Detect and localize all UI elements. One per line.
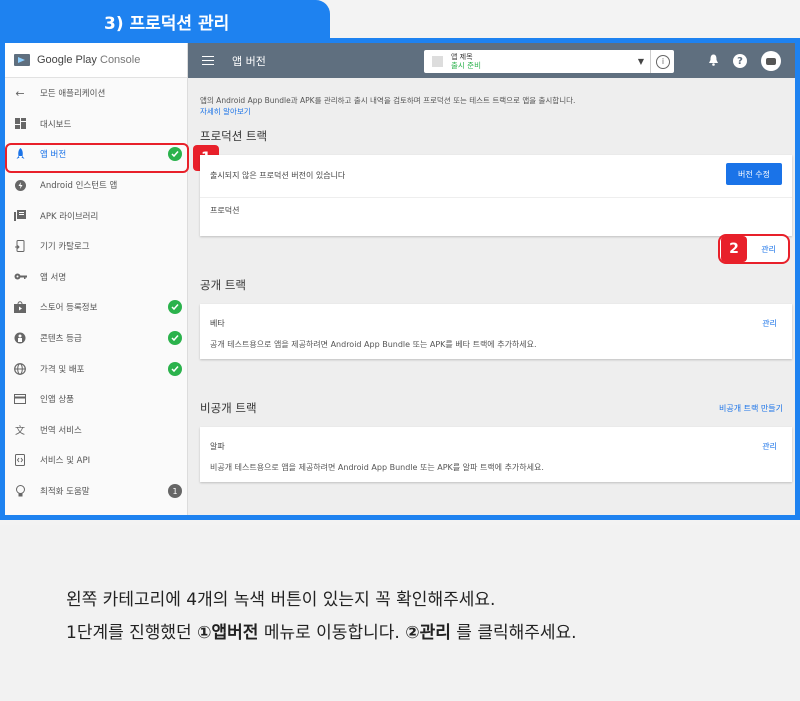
logo-text-google-play: Google Play — [37, 54, 97, 66]
sidebar-item-store-listing[interactable]: 스토어 등록정보 — [5, 292, 187, 323]
store-icon — [13, 300, 27, 314]
sidebar-item-dashboard[interactable]: 대시보드 — [5, 109, 187, 140]
tips-count-badge: 1 — [168, 484, 182, 499]
sidebar-item-device-catalog[interactable]: 기기 카탈로그 — [5, 231, 187, 262]
production-track-name: 프로덕션 — [210, 206, 240, 215]
open-track-card: 베타 관리 공개 테스트용으로 앱을 제공하려면 Android App Bun… — [200, 304, 792, 359]
avatar[interactable] — [761, 51, 781, 71]
notification-bell-icon[interactable] — [708, 54, 719, 69]
key-icon — [13, 270, 27, 284]
production-card: 출시되지 않은 프로덕션 버전이 있습니다 버전 수정 프로덕션 — [200, 155, 792, 236]
play-console-logo-icon — [14, 54, 30, 66]
globe-icon — [13, 362, 27, 376]
step-title: 3) 프로덕션 관리 — [104, 13, 230, 34]
closed-track-section-title: 비공개 트랙 — [200, 401, 257, 415]
api-icon — [13, 453, 27, 467]
caret-down-icon: ▼ — [637, 57, 644, 66]
alpha-track-name: 알파 — [210, 442, 225, 451]
production-manage-label: 관리 — [761, 245, 776, 254]
caption-bold-manage: ②관리 — [405, 623, 451, 643]
beta-manage-link[interactable]: 관리 — [762, 318, 777, 329]
card-icon — [13, 392, 27, 406]
create-closed-track-link[interactable]: 비공개 트랙 만들기 — [719, 403, 783, 414]
caption-bold-app-releases: ①앱버전 — [197, 623, 259, 643]
library-icon — [13, 209, 27, 223]
sidebar-item-services-api[interactable]: 서비스 및 API — [5, 445, 187, 476]
sidebar-item-apk-library[interactable]: APK 라이브러리 — [5, 200, 187, 231]
device-icon — [13, 239, 27, 253]
sidebar-item-app-signing[interactable]: 앱 서명 — [5, 262, 187, 293]
step-banner: 3) 프로덕션 관리 — [0, 0, 330, 42]
alpha-manage-link[interactable]: 관리 — [762, 441, 777, 452]
beta-track-name: 베타 — [210, 319, 225, 328]
sidebar-item-pricing[interactable]: 가격 및 배포 — [5, 353, 187, 384]
top-app-bar: 앱 버전 앱 제목 출시 준비 ▼ i ? — [188, 43, 795, 78]
caption-line-2: 1단계를 진행했던 ①앱버전 메뉴로 이동합니다. ②관리 를 클릭해주세요. — [66, 623, 577, 643]
edit-release-button[interactable]: 버전 수정 — [726, 163, 782, 185]
check-icon — [168, 361, 182, 376]
logo-text-console: Console — [100, 54, 141, 66]
highlight-app-releases — [5, 143, 189, 173]
app-status: 출시 준비 — [451, 60, 481, 70]
check-icon — [168, 300, 182, 315]
info-icon[interactable]: i — [656, 54, 670, 69]
sidebar-item-optimization-tips[interactable]: 최적화 도움말 1 — [5, 476, 187, 507]
arrow-left-icon: ← — [15, 86, 25, 100]
app-thumbnail-icon — [432, 56, 443, 67]
menu-icon[interactable] — [202, 53, 214, 68]
app-selector[interactable]: 앱 제목 출시 준비 ▼ i — [424, 50, 674, 73]
production-section-title: 프로덕션 트랙 — [200, 129, 268, 143]
translate-icon: 文 — [15, 426, 25, 438]
sidebar-item-in-app-products[interactable]: 인앱 상품 — [5, 384, 187, 415]
unreleased-notice: 출시되지 않은 프로덕션 버전이 있습니다 — [210, 171, 346, 180]
sidebar-item-all-apps[interactable]: ← 모든 애플리케이션 — [5, 78, 187, 109]
closed-track-card: 알파 관리 비공개 테스트용으로 앱을 제공하려면 Android App Bu… — [200, 427, 792, 482]
play-console-logo[interactable]: Google Play Console — [5, 43, 187, 78]
check-icon — [168, 331, 182, 346]
dashboard-icon — [13, 117, 27, 131]
annotation-tag-2: 2 — [721, 236, 747, 262]
bulb-icon — [13, 484, 27, 498]
sidebar-item-translation[interactable]: 文 번역 서비스 — [5, 415, 187, 446]
main-content: 앱의 Android App Bundle과 APK를 관리하고 출시 내역을 … — [188, 78, 795, 515]
screenshot-frame: Google Play Console ← 모든 애플리케이션 대시보드 앱 버… — [0, 38, 800, 520]
rating-icon — [13, 331, 27, 345]
beta-description: 공개 테스트용으로 앱을 제공하려면 Android App Bundle 또는… — [210, 340, 537, 349]
open-track-section-title: 공개 트랙 — [200, 278, 246, 292]
sidebar-item-instant-apps[interactable]: Android 인스턴트 앱 — [5, 170, 187, 201]
sidebar: Google Play Console ← 모든 애플리케이션 대시보드 앱 버… — [5, 43, 189, 515]
help-icon[interactable]: ? — [733, 54, 747, 68]
caption-line-1: 왼쪽 카테고리에 4개의 녹색 버튼이 있는지 꼭 확인해주세요. — [66, 590, 496, 610]
page-title: 앱 버전 — [232, 54, 266, 68]
alpha-description: 비공개 테스트용으로 앱을 제공하려면 Android App Bundle 또… — [210, 463, 544, 472]
caption-area: 왼쪽 카테고리에 4개의 녹색 버튼이 있는지 꼭 확인해주세요. 1단계를 진… — [0, 525, 800, 701]
bolt-icon — [13, 178, 27, 192]
sidebar-item-content-rating[interactable]: 콘텐츠 등급 — [5, 323, 187, 354]
page-description: 앱의 Android App Bundle과 APK를 관리하고 출시 내역을 … — [200, 96, 576, 105]
app-name: 앱 제목 — [451, 52, 473, 61]
learn-more-link[interactable]: 자세히 알아보기 — [200, 106, 251, 117]
